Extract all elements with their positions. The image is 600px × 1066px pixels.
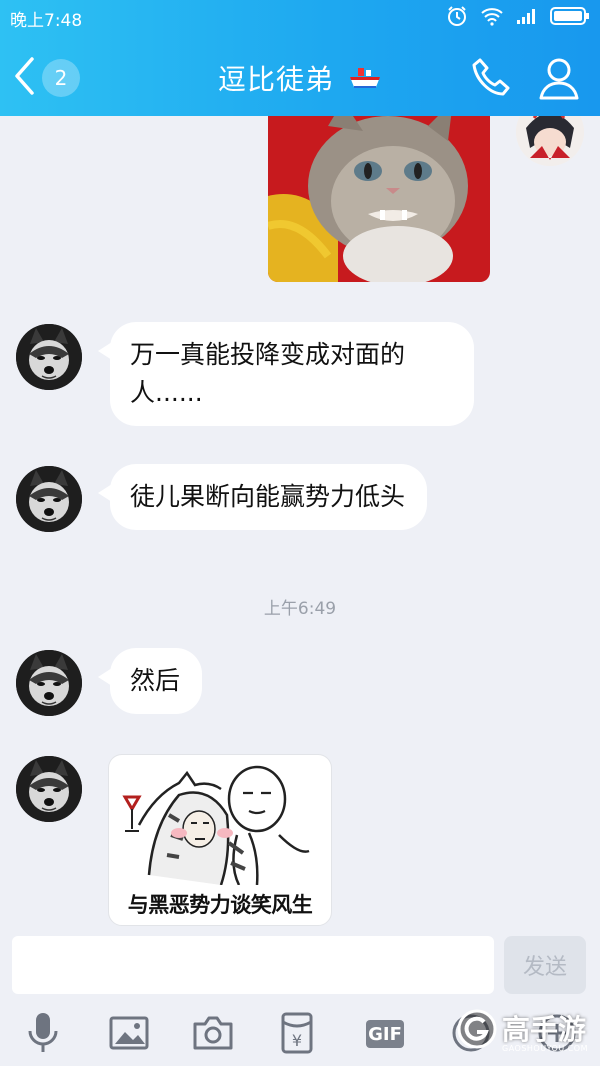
message-input[interactable] — [12, 936, 494, 994]
husky-avatar-icon — [16, 324, 82, 390]
message-bubble[interactable]: 万一真能投降变成对面的人...... — [98, 322, 474, 426]
camera-icon — [193, 1016, 233, 1054]
status-icons — [446, 5, 590, 27]
status-bar: 晚上7:48 — [0, 0, 600, 34]
send-button[interactable]: 发送 — [504, 936, 586, 994]
message-text: 徒儿果断向能赢势力低头 — [130, 482, 406, 511]
alarm-icon — [446, 5, 468, 27]
meme-sticker-icon — [122, 765, 310, 886]
chat-header: 晚上7:48 2 逗比徒弟 — [0, 0, 600, 116]
signal-icon — [516, 7, 538, 25]
husky-avatar-icon — [16, 466, 82, 532]
husky-avatar-icon — [16, 756, 82, 822]
sticker-caption: 与黑恶势力谈笑风生 — [127, 893, 313, 917]
message-timestamp: 上午6:49 — [263, 599, 337, 619]
image-message-cat[interactable] — [268, 116, 490, 282]
call-button[interactable] — [470, 56, 514, 104]
friend-avatar[interactable] — [16, 466, 82, 532]
cat-photo-icon — [268, 116, 490, 282]
microphone-button[interactable] — [18, 1010, 68, 1060]
message-bubble[interactable]: 然后 — [97, 648, 203, 714]
image-icon — [109, 1016, 149, 1054]
site-watermark: 高手游 GAOSHOUYOU.COM — [452, 1004, 600, 1060]
gif-button[interactable]: GIF — [366, 1020, 404, 1048]
nav-bar: 2 逗比徒弟 — [0, 40, 600, 112]
profile-button[interactable] — [538, 56, 580, 104]
friend-avatar[interactable] — [16, 324, 82, 390]
camera-button[interactable] — [188, 1010, 238, 1060]
chat-title-text: 逗比徒弟 — [218, 63, 335, 96]
friend-avatar[interactable] — [16, 756, 82, 822]
message-text: 万一真能投降变成对面的人...... — [130, 340, 406, 407]
svg-text:¥: ¥ — [292, 1031, 302, 1050]
user-icon — [538, 58, 580, 104]
image-button[interactable] — [104, 1010, 154, 1060]
husky-avatar-icon — [16, 650, 82, 716]
phone-icon — [470, 58, 514, 104]
sticker-message[interactable]: 与黑恶势力谈笑风生 — [108, 754, 332, 926]
friend-avatar[interactable] — [16, 650, 82, 716]
anime-avatar-icon — [516, 116, 584, 166]
watermark-logo-icon — [456, 1008, 498, 1057]
watermark-text: 高手游 — [502, 1013, 587, 1046]
message-list[interactable]: 万一真能投降变成对面的人...... 徒儿果断向能赢势力低头 上午6:49 然后… — [0, 116, 600, 930]
status-time: 晚上7:48 — [10, 11, 83, 31]
wifi-icon — [480, 6, 504, 26]
microphone-icon — [26, 1011, 60, 1059]
input-bar: 发送 — [0, 930, 600, 1000]
red-packet-button[interactable]: ¥ — [272, 1010, 322, 1060]
ship-icon — [348, 65, 382, 98]
self-avatar[interactable] — [516, 116, 584, 166]
battery-icon — [550, 6, 590, 26]
watermark-subtext: GAOSHOUYOU.COM — [502, 1044, 589, 1053]
message-bubble[interactable]: 徒儿果断向能赢势力低头 — [97, 464, 428, 530]
message-text: 然后 — [130, 666, 181, 695]
red-packet-icon: ¥ — [281, 1012, 313, 1058]
